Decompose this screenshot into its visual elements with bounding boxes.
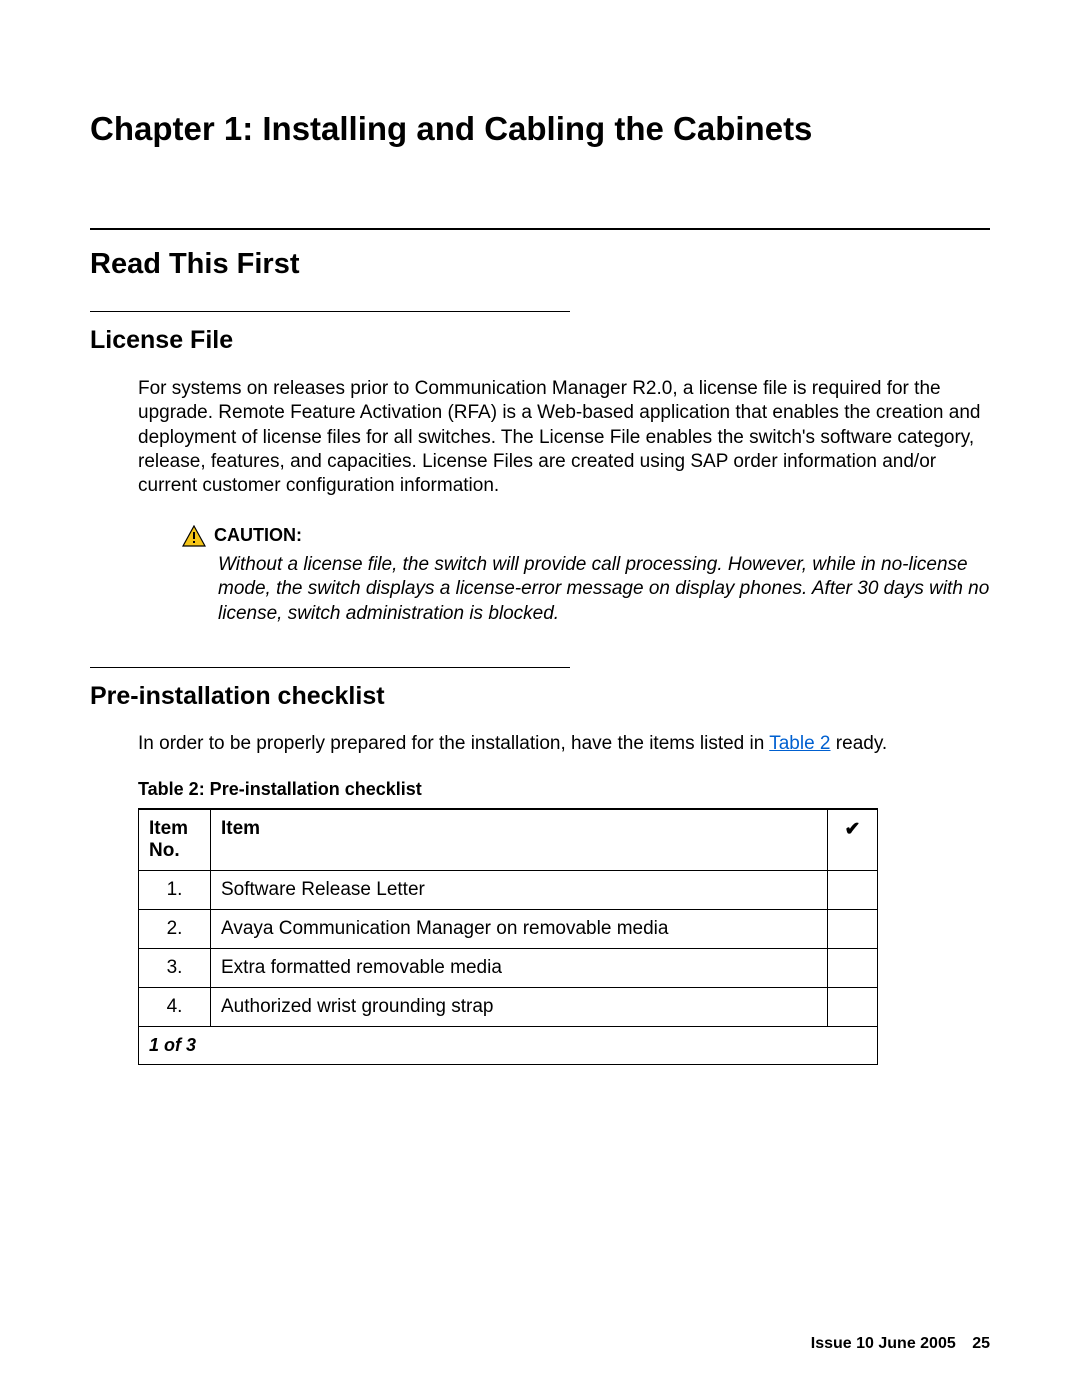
cell-item: Extra formatted removable media [211, 948, 828, 987]
caution-label: CAUTION: [214, 525, 302, 546]
license-body: For systems on releases prior to Communi… [138, 377, 990, 499]
caution-text: Without a license file, the switch will … [218, 553, 990, 627]
table-caption: Table 2: Pre-installation checklist [138, 779, 878, 800]
preinstall-table: Item No. Item ✔ 1. Software Release Lett… [138, 808, 878, 1065]
th-item-no: Item No. [139, 809, 211, 871]
table-row: 1. Software Release Letter [139, 870, 878, 909]
cell-no: 3. [139, 948, 211, 987]
cell-no: 4. [139, 987, 211, 1026]
table-row: 3. Extra formatted removable media [139, 948, 878, 987]
preinstall-intro: In order to be properly prepared for the… [138, 733, 990, 755]
table-row: 4. Authorized wrist grounding strap [139, 987, 878, 1026]
cell-check [828, 987, 878, 1026]
page-footer: Issue 10 June 2005 25 [811, 1335, 990, 1353]
intro-prefix: In order to be properly prepared for the… [138, 733, 769, 754]
cell-check [828, 948, 878, 987]
cell-no: 1. [139, 870, 211, 909]
subsection-preinstall: Pre-installation checklist [90, 682, 990, 711]
th-item: Item [211, 809, 828, 871]
table-2-link[interactable]: Table 2 [769, 733, 830, 754]
table-page-indicator: 1 of 3 [139, 1026, 878, 1064]
table-page-indicator-row: 1 of 3 [139, 1026, 878, 1064]
footer-issue: Issue 10 June 2005 [811, 1335, 956, 1352]
cell-item: Avaya Communication Manager on removable… [211, 909, 828, 948]
section-read-this-first: Read This First [90, 248, 990, 281]
cell-item: Authorized wrist grounding strap [211, 987, 828, 1026]
intro-suffix: ready. [831, 733, 888, 754]
th-check: ✔ [828, 809, 878, 871]
subsection-license-file: License File [90, 326, 990, 355]
divider-short-1 [90, 311, 570, 312]
warning-icon [182, 525, 206, 547]
divider-thick [90, 228, 990, 230]
cell-check [828, 909, 878, 948]
cell-no: 2. [139, 909, 211, 948]
divider-short-2 [90, 667, 570, 668]
cell-item: Software Release Letter [211, 870, 828, 909]
footer-page-number: 25 [972, 1335, 990, 1352]
caution-block: CAUTION: Without a license file, the swi… [218, 525, 990, 627]
table-row: 2. Avaya Communication Manager on remova… [139, 909, 878, 948]
chapter-title: Chapter 1: Installing and Cabling the Ca… [90, 110, 990, 148]
cell-check [828, 870, 878, 909]
